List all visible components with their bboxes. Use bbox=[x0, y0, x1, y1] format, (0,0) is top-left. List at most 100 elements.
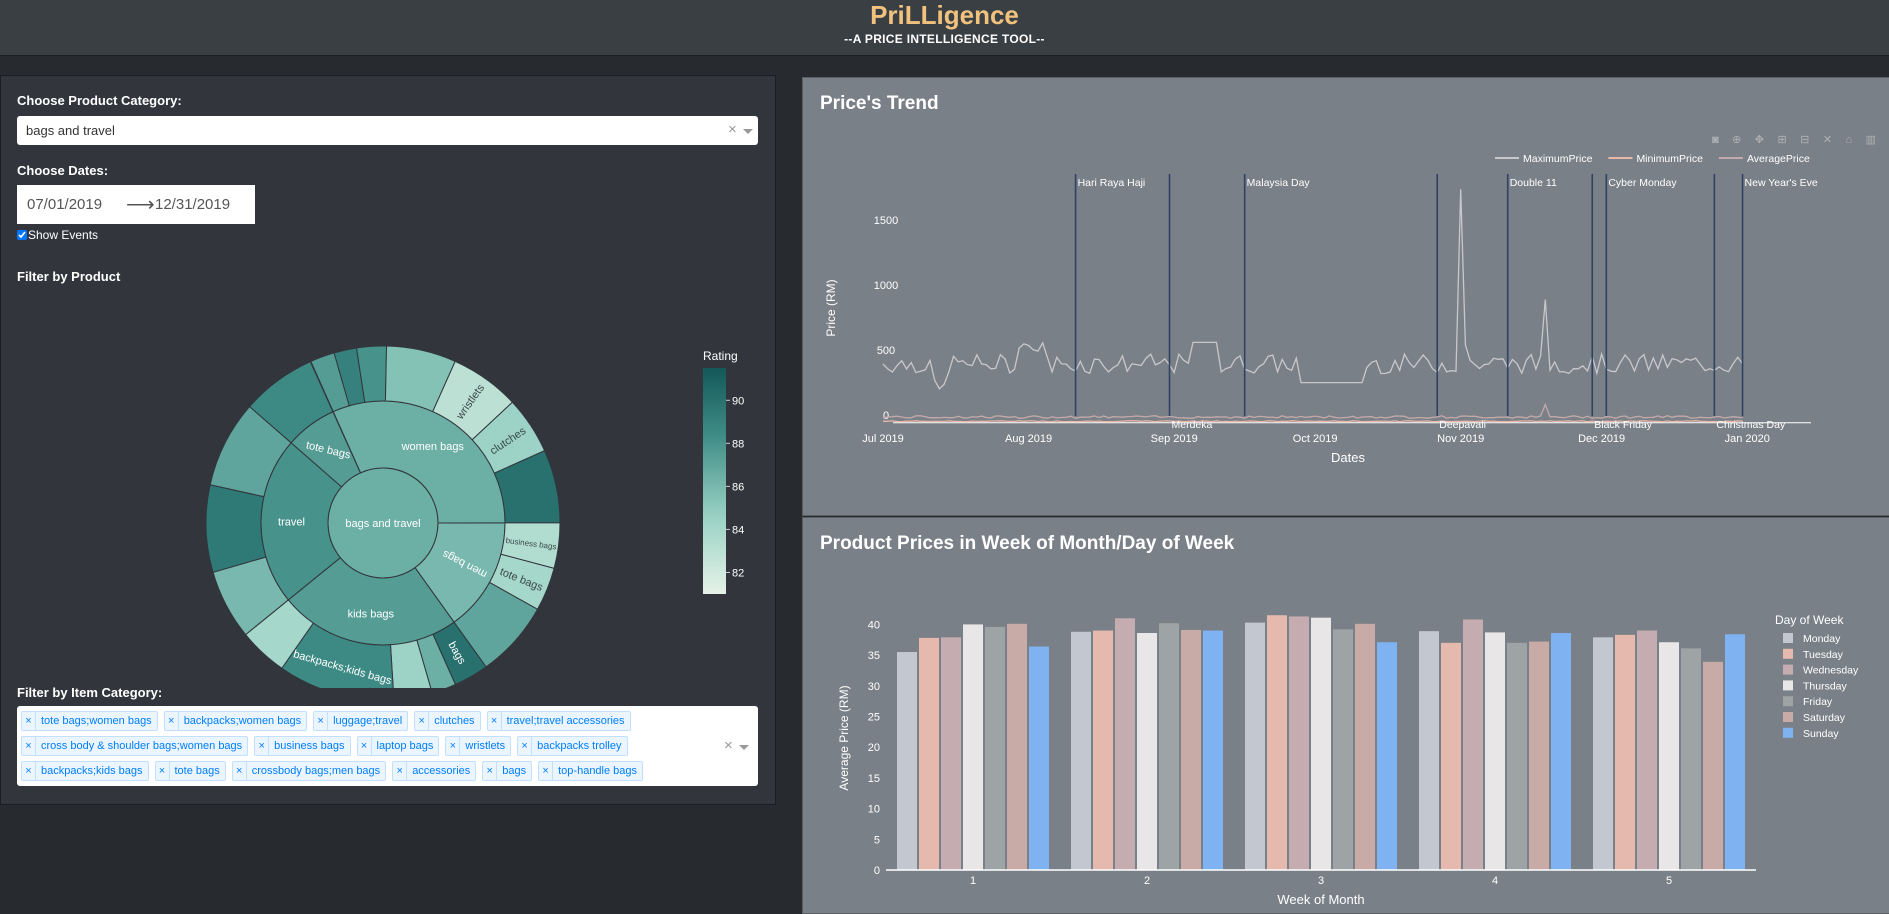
bar-wednesday[interactable] bbox=[1463, 619, 1483, 870]
start-date-input[interactable]: 07/01/2019 bbox=[27, 196, 102, 213]
category-tag[interactable]: × clutches bbox=[414, 711, 481, 731]
show-events-toggle[interactable]: Show Events bbox=[17, 228, 98, 242]
bar-monday[interactable] bbox=[1593, 637, 1613, 870]
remove-tag-icon[interactable]: × bbox=[358, 737, 372, 755]
product-sunburst-chart[interactable]: bags and travelwomen bagswristletsclutch… bbox=[1, 338, 775, 688]
bar-friday[interactable] bbox=[1333, 629, 1353, 870]
weekly-prices-chart[interactable]: 0 5 10 15 20 25 30 35 40 1 2 3 4 5 Week of Month Averag… bbox=[803, 518, 1889, 913]
remove-tag-icon[interactable]: × bbox=[393, 762, 408, 780]
bar-tuesday[interactable] bbox=[1615, 634, 1635, 870]
y-tick-label: 0 bbox=[874, 865, 880, 877]
category-tag[interactable]: × top-handle bags bbox=[538, 761, 644, 781]
bar-wednesday[interactable] bbox=[1115, 618, 1135, 870]
category-tag[interactable]: × backpacks;women bags bbox=[163, 711, 308, 731]
bar-sunday[interactable] bbox=[1029, 646, 1049, 870]
category-dropdown[interactable]: bags and travel × bbox=[17, 116, 758, 145]
remove-tag-icon[interactable]: × bbox=[488, 712, 502, 730]
end-date-input[interactable]: 12/31/2019 bbox=[155, 196, 230, 213]
legend-item-label[interactable]: Tuesday bbox=[1803, 649, 1844, 661]
legend-item-label[interactable]: MinimumPrice bbox=[1636, 153, 1703, 165]
category-tag[interactable]: × wristlets bbox=[445, 736, 512, 756]
bar-tuesday[interactable] bbox=[1441, 642, 1461, 870]
remove-tag-icon[interactable]: × bbox=[233, 762, 247, 780]
bar-friday[interactable] bbox=[1159, 623, 1179, 870]
bar-wednesday[interactable] bbox=[941, 637, 961, 870]
legend-item-label[interactable]: Monday bbox=[1803, 633, 1841, 645]
chevron-down-icon[interactable] bbox=[739, 745, 749, 750]
category-tag-label: backpacks;kids bags bbox=[41, 765, 143, 777]
bar-tuesday[interactable] bbox=[1267, 615, 1287, 870]
remove-tag-icon[interactable]: × bbox=[483, 762, 498, 780]
category-tag[interactable]: × backpacks trolley bbox=[517, 736, 628, 756]
bar-tuesday[interactable] bbox=[1093, 630, 1113, 870]
category-tag[interactable]: × business bags bbox=[254, 736, 351, 756]
sunburst-leaf[interactable] bbox=[205, 484, 267, 573]
bar-friday[interactable] bbox=[1507, 642, 1527, 870]
remove-tag-icon[interactable]: × bbox=[165, 712, 179, 730]
legend-item-label[interactable]: Wednesday bbox=[1803, 665, 1859, 677]
bar-sunday[interactable] bbox=[1203, 630, 1223, 870]
legend-item-label[interactable]: AveragePrice bbox=[1747, 153, 1810, 165]
bar-saturday[interactable] bbox=[1181, 629, 1201, 870]
legend-item-label[interactable]: Saturday bbox=[1803, 712, 1846, 724]
category-tag[interactable]: × crossbody bags;men bags bbox=[231, 761, 387, 781]
category-tag[interactable]: × accessories bbox=[392, 761, 477, 781]
bar-thursday[interactable] bbox=[963, 624, 983, 870]
remove-tag-icon[interactable]: × bbox=[22, 737, 36, 755]
bar-friday[interactable] bbox=[1681, 648, 1701, 870]
category-tag[interactable]: × laptop bags bbox=[356, 736, 440, 756]
bar-thursday[interactable] bbox=[1137, 633, 1157, 870]
legend-item-label[interactable]: Friday bbox=[1803, 696, 1833, 708]
series-line-averageprice[interactable] bbox=[882, 402, 1743, 419]
legend-item-label[interactable]: MaximumPrice bbox=[1523, 153, 1593, 165]
bar-wednesday[interactable] bbox=[1289, 616, 1309, 870]
category-tag[interactable]: × travel;travel accessories bbox=[486, 711, 631, 731]
clear-all-icon[interactable]: × bbox=[724, 737, 733, 754]
category-tag[interactable]: × luggage;travel bbox=[313, 711, 409, 731]
date-range-picker[interactable]: 07/01/2019 ⟶ 12/31/2019 bbox=[17, 185, 255, 224]
remove-tag-icon[interactable]: × bbox=[518, 737, 533, 755]
remove-tag-icon[interactable]: × bbox=[156, 762, 170, 780]
series-line-maximumprice[interactable] bbox=[882, 189, 1744, 390]
bar-wednesday[interactable] bbox=[1637, 630, 1657, 870]
category-tag[interactable]: × tote bags bbox=[154, 761, 226, 781]
remove-tag-icon[interactable]: × bbox=[22, 712, 36, 730]
clear-icon[interactable]: × bbox=[728, 121, 737, 138]
remove-tag-icon[interactable]: × bbox=[415, 712, 430, 730]
bar-saturday[interactable] bbox=[1355, 623, 1375, 870]
bar-friday[interactable] bbox=[985, 626, 1005, 870]
legend-swatch bbox=[1783, 712, 1793, 722]
bar-thursday[interactable] bbox=[1659, 642, 1679, 870]
bar-sunday[interactable] bbox=[1377, 642, 1397, 870]
legend-item-label[interactable]: Thursday bbox=[1803, 680, 1848, 692]
category-tag[interactable]: × backpacks;kids bags bbox=[21, 761, 149, 781]
y-tick-label: 20 bbox=[868, 742, 880, 754]
remove-tag-icon[interactable]: × bbox=[539, 762, 554, 780]
bar-monday[interactable] bbox=[1071, 631, 1091, 870]
category-tag[interactable]: × tote bags;women bags bbox=[21, 711, 158, 731]
bar-sunday[interactable] bbox=[1551, 633, 1571, 870]
bar-thursday[interactable] bbox=[1485, 632, 1505, 870]
category-tag-label: top-handle bags bbox=[558, 765, 638, 777]
bar-saturday[interactable] bbox=[1007, 623, 1027, 870]
remove-tag-icon[interactable]: × bbox=[255, 737, 270, 755]
bar-monday[interactable] bbox=[1245, 622, 1265, 870]
category-tag[interactable]: × cross body & shoulder bags;women bags bbox=[21, 736, 249, 756]
bar-monday[interactable] bbox=[897, 652, 917, 870]
bar-sunday[interactable] bbox=[1725, 634, 1745, 870]
remove-tag-icon[interactable]: × bbox=[446, 737, 461, 755]
bar-tuesday[interactable] bbox=[919, 637, 939, 870]
bar-saturday[interactable] bbox=[1703, 661, 1723, 870]
remove-tag-icon[interactable]: × bbox=[314, 712, 329, 730]
price-trend-chart[interactable]: 0 500 1000 1500 Jul 2019 Aug 2019 Sep 2019 Oct … bbox=[803, 78, 1889, 515]
bar-saturday[interactable] bbox=[1529, 641, 1549, 870]
bar-thursday[interactable] bbox=[1311, 617, 1331, 870]
category-tag[interactable]: × bags bbox=[482, 761, 533, 781]
item-category-multiselect[interactable]: × × tote bags;women bags × backpacks;women … bbox=[17, 706, 758, 786]
chevron-down-icon[interactable] bbox=[743, 129, 753, 134]
legend-item-label[interactable]: Sunday bbox=[1803, 728, 1839, 740]
bar-monday[interactable] bbox=[1419, 631, 1439, 870]
show-events-checkbox[interactable] bbox=[17, 230, 27, 240]
sunburst-segment-label: women bags bbox=[401, 441, 465, 453]
remove-tag-icon[interactable]: × bbox=[22, 762, 36, 780]
